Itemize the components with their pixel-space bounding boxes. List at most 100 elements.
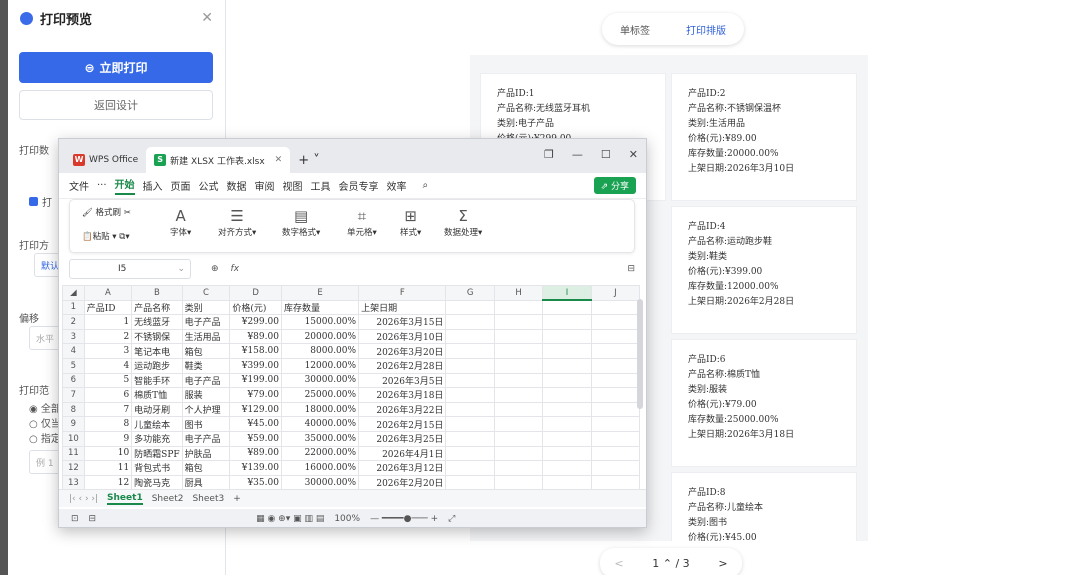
- data-cell[interactable]: 22000.00%: [280, 445, 360, 462]
- data-cell[interactable]: 12000.00%: [280, 357, 360, 374]
- menu-page[interactable]: 页面: [171, 178, 191, 193]
- data-cell[interactable]: 4: [83, 357, 133, 374]
- font-group[interactable]: A 字体▾: [170, 206, 191, 238]
- empty-cell[interactable]: [590, 474, 641, 491]
- empty-cell[interactable]: [493, 445, 544, 462]
- status-icon[interactable]: ⊟: [89, 514, 97, 524]
- data-cell[interactable]: 6: [83, 387, 133, 403]
- empty-cell[interactable]: [493, 460, 544, 476]
- data-cell[interactable]: 箱包: [181, 343, 231, 359]
- data-cell[interactable]: 笔记本电: [131, 343, 183, 359]
- data-cell[interactable]: 2026年2月28日: [358, 357, 447, 374]
- share-button[interactable]: ⇗ 分享: [593, 177, 636, 194]
- row-number[interactable]: 4: [62, 343, 85, 359]
- empty-cell[interactable]: [590, 416, 641, 432]
- data-cell[interactable]: 1: [83, 314, 133, 330]
- data-cell[interactable]: 电子产品: [181, 314, 231, 330]
- column-header-selected[interactable]: I: [542, 285, 592, 302]
- data-cell[interactable]: 2026年3月12日: [358, 460, 447, 476]
- data-cell[interactable]: 8000.00%: [280, 343, 360, 359]
- empty-cell[interactable]: [493, 357, 544, 374]
- data-cell[interactable]: 2026年2月20日: [358, 474, 447, 491]
- data-cell[interactable]: 2026年2月15日: [358, 416, 447, 432]
- data-cell[interactable]: 棉质T恤: [131, 387, 183, 403]
- empty-cell[interactable]: [542, 387, 592, 403]
- row-number[interactable]: 7: [62, 387, 85, 403]
- empty-cell[interactable]: [445, 328, 495, 345]
- data-cell[interactable]: ¥139.00: [229, 460, 282, 476]
- data-cell[interactable]: ¥89.00: [229, 328, 282, 345]
- data-cell[interactable]: 2026年3月25日: [358, 430, 447, 447]
- empty-cell[interactable]: [493, 299, 544, 316]
- data-cell[interactable]: ¥79.00: [229, 387, 282, 403]
- search-icon[interactable]: ⌕: [423, 180, 429, 191]
- empty-cell[interactable]: [445, 445, 495, 462]
- cell-group[interactable]: ⌗ 单元格▾: [347, 206, 377, 238]
- print-now-button[interactable]: ⊜ 立即打印: [19, 52, 213, 83]
- data-cell[interactable]: ¥129.00: [229, 401, 282, 418]
- grid-body[interactable]: 1 产品ID 产品名称 类别 价格(元) 库存数量 上架日期 2 1 无线蓝牙 电子产品 ¥299.0…: [62, 299, 641, 491]
- row-number[interactable]: 3: [62, 328, 85, 345]
- header-cell[interactable]: 库存数量: [280, 299, 360, 316]
- paste-button[interactable]: 📋粘贴 ▾ ⧉▾: [82, 230, 130, 242]
- empty-cell[interactable]: [542, 416, 592, 432]
- data-cell[interactable]: 电子产品: [181, 372, 231, 389]
- empty-cell[interactable]: [590, 314, 641, 330]
- data-cell[interactable]: 2026年3月22日: [358, 401, 447, 418]
- menu-view[interactable]: 视图: [283, 178, 303, 193]
- data-cell[interactable]: 25000.00%: [280, 387, 360, 403]
- data-cell[interactable]: 电动牙刷: [131, 401, 183, 418]
- menu-efficiency[interactable]: 效率: [387, 178, 407, 193]
- data-cell[interactable]: 无线蓝牙: [131, 314, 183, 330]
- row-number[interactable]: 10: [62, 430, 85, 447]
- data-cell[interactable]: 3: [83, 343, 133, 359]
- data-cell[interactable]: 2026年4月1日: [358, 445, 447, 462]
- data-cell[interactable]: 16000.00%: [280, 460, 360, 476]
- header-cell[interactable]: 产品ID: [83, 299, 133, 316]
- header-cell[interactable]: 类别: [181, 299, 231, 316]
- prev-page-button[interactable]: <: [614, 557, 623, 570]
- function-icon[interactable]: fx: [231, 264, 240, 274]
- data-cell[interactable]: 2026年3月10日: [358, 328, 447, 345]
- empty-cell[interactable]: [445, 416, 495, 432]
- data-cell[interactable]: 电子产品: [181, 430, 231, 447]
- data-cell[interactable]: 11: [83, 460, 133, 476]
- empty-cell[interactable]: [445, 387, 495, 403]
- page-number-input[interactable]: 1 ⌃ / 3: [652, 557, 689, 570]
- data-cell[interactable]: 2026年3月15日: [358, 314, 447, 330]
- data-cell[interactable]: 8: [83, 416, 133, 432]
- data-cell[interactable]: 箱包: [181, 460, 231, 476]
- back-to-design-button[interactable]: 返回设计: [19, 90, 213, 120]
- row-number[interactable]: 13: [62, 474, 85, 491]
- data-cell[interactable]: 防晒霜SPF: [131, 445, 183, 462]
- empty-cell[interactable]: [542, 474, 592, 491]
- data-cell[interactable]: 服装: [181, 387, 231, 403]
- menu-formula[interactable]: 公式: [199, 178, 219, 193]
- spreadsheet-grid[interactable]: ◢ A B C D E F G H I J 1 产品ID 产品名称 类别 价格(元) 库存…: [62, 285, 641, 491]
- empty-cell[interactable]: [542, 314, 592, 330]
- zoom-level[interactable]: 100%: [334, 514, 360, 524]
- empty-cell[interactable]: [445, 474, 495, 491]
- data-cell[interactable]: 5: [83, 372, 133, 389]
- empty-cell[interactable]: [493, 430, 544, 447]
- row-number[interactable]: 1: [62, 299, 85, 316]
- empty-cell[interactable]: [445, 401, 495, 418]
- empty-cell[interactable]: [445, 357, 495, 374]
- data-cell[interactable]: ¥199.00: [229, 372, 282, 389]
- empty-cell[interactable]: [542, 299, 592, 316]
- data-cell[interactable]: ¥158.00: [229, 343, 282, 359]
- row-number[interactable]: 9: [62, 416, 85, 432]
- empty-cell[interactable]: [493, 474, 544, 491]
- data-cell[interactable]: 12: [83, 474, 133, 491]
- empty-cell[interactable]: [445, 299, 495, 316]
- menu-insert[interactable]: 插入: [143, 178, 163, 193]
- data-cell[interactable]: 图书: [181, 416, 231, 432]
- menu-member[interactable]: 会员专享: [339, 178, 379, 193]
- empty-cell[interactable]: [445, 343, 495, 359]
- data-cell[interactable]: 生活用品: [181, 328, 231, 345]
- data-cell[interactable]: 个人护理: [181, 401, 231, 418]
- data-cell[interactable]: ¥35.00: [229, 474, 282, 491]
- empty-cell[interactable]: [590, 401, 641, 418]
- data-cell[interactable]: 运动跑步: [131, 357, 183, 374]
- empty-cell[interactable]: [493, 372, 544, 389]
